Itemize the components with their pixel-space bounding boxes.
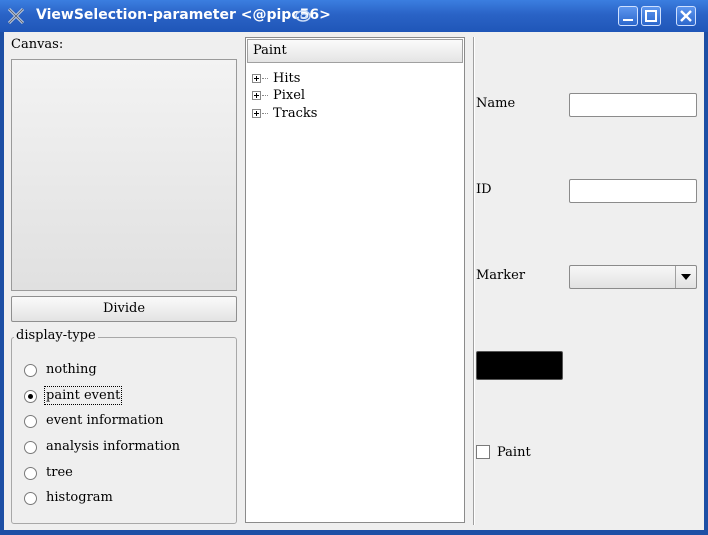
radio-label: event information: [46, 413, 164, 428]
tree-item-label: Hits: [273, 71, 301, 86]
radio-label: paint event: [43, 386, 123, 405]
canvas-label: Canvas:: [11, 37, 64, 52]
marker-label: Marker: [476, 268, 526, 283]
close-icon: [680, 10, 692, 22]
color-button[interactable]: [476, 351, 563, 380]
paint-checkbox-label: Paint: [497, 445, 531, 460]
display-type-group: [11, 337, 237, 524]
window-client-area: Canvas: Divide display-type nothing pain…: [4, 32, 704, 530]
radio-button[interactable]: [24, 415, 37, 428]
vertical-separator: [473, 37, 475, 525]
id-field[interactable]: [569, 179, 697, 203]
radio-label: analysis information: [46, 439, 181, 454]
divide-button[interactable]: Divide: [11, 296, 237, 322]
tree-connector: [262, 78, 268, 79]
id-label: ID: [476, 182, 492, 197]
minimize-icon: [623, 19, 633, 21]
maximize-button[interactable]: [641, 6, 661, 26]
minimize-button[interactable]: [618, 6, 638, 26]
radio-button[interactable]: [24, 441, 37, 454]
swirl-icon: [295, 10, 311, 22]
radio-label: nothing: [46, 362, 97, 377]
paint-tree[interactable]: Paint Hits Pixel Tracks: [245, 37, 465, 523]
close-button[interactable]: [676, 6, 696, 26]
paint-checkbox[interactable]: [476, 445, 490, 459]
expand-icon[interactable]: [252, 109, 261, 118]
tree-connector: [262, 113, 268, 114]
canvas-area[interactable]: [11, 59, 237, 291]
expand-icon[interactable]: [252, 74, 261, 83]
title-bar[interactable]: ViewSelection-parameter <@pipc56>: [0, 0, 708, 32]
maximize-icon: [645, 10, 657, 22]
radio-button[interactable]: [24, 364, 37, 377]
tree-item-label: Tracks: [273, 106, 318, 121]
radio-button[interactable]: [24, 467, 37, 480]
x-app-icon: [7, 7, 25, 25]
tree-header-paint[interactable]: Paint: [247, 39, 463, 63]
radio-button[interactable]: [24, 492, 37, 505]
marker-select[interactable]: [569, 265, 697, 289]
name-field[interactable]: [569, 93, 697, 117]
window-title: ViewSelection-parameter <@pipc56>: [36, 7, 331, 23]
radio-label: tree: [46, 465, 73, 480]
radio-button[interactable]: [24, 390, 37, 403]
name-label: Name: [476, 96, 516, 111]
app-window: ViewSelection-parameter <@pipc56> Canvas…: [0, 0, 708, 535]
display-type-title: display-type: [14, 328, 98, 343]
tree-connector: [262, 95, 268, 96]
expand-icon[interactable]: [252, 91, 261, 100]
radio-label: histogram: [46, 490, 113, 505]
chevron-down-icon[interactable]: [675, 266, 696, 288]
tree-item-label: Pixel: [273, 88, 306, 103]
